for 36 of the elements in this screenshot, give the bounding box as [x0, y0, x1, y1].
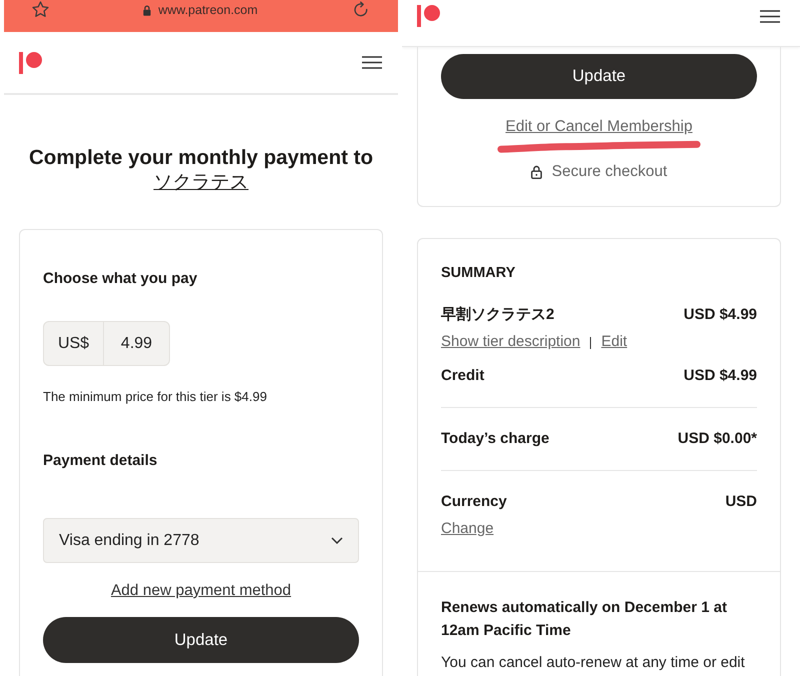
- update-button[interactable]: Update: [441, 54, 757, 99]
- line-item-label: Currency: [441, 492, 507, 512]
- line-item-amount: USD $4.99: [684, 366, 757, 386]
- logo-icon[interactable]: [417, 5, 440, 27]
- menu-icon[interactable]: [362, 56, 382, 69]
- section-heading: Payment details: [43, 451, 158, 471]
- lock-icon: [530, 165, 542, 179]
- renewal-heading: Renews automatically on December 1 at 12am Pacific Time: [441, 598, 728, 641]
- amount-input[interactable]: 4.99: [103, 321, 170, 366]
- line-item-amount: USD: [725, 492, 757, 512]
- lock-icon: [143, 4, 152, 16]
- logo-icon[interactable]: [19, 52, 42, 74]
- payment-method-select[interactable]: Visa ending in 2778: [43, 518, 359, 563]
- page-title: Complete your monthly payment to: [28, 145, 374, 171]
- chevron-down-icon: [331, 537, 343, 544]
- summary-heading: SUMMARY: [441, 264, 516, 283]
- summary-link[interactable]: Change: [441, 519, 494, 539]
- update-button[interactable]: Update: [43, 617, 359, 663]
- summary-link[interactable]: Edit: [601, 332, 628, 352]
- menu-icon[interactable]: [760, 10, 780, 23]
- renewal-text: You can cancel auto-renew at any time or edit: [441, 653, 746, 673]
- creator-link[interactable]: ソクラテス: [154, 172, 248, 193]
- line-item-label: Today’s charge: [441, 429, 550, 449]
- edit-membership-link[interactable]: Edit or Cancel Membership: [506, 118, 692, 135]
- star-icon[interactable]: [31, 0, 50, 19]
- url-text[interactable]: www.patreon.com: [158, 2, 258, 18]
- summary-link[interactable]: Show tier description: [441, 332, 580, 352]
- price-hint: The minimum price for this tier is $4.99: [43, 388, 268, 406]
- currency-prefix: US$: [43, 321, 104, 366]
- line-item-label: 早割ソクラテス2: [441, 305, 554, 325]
- add-payment-method-link[interactable]: Add new payment method: [110, 582, 292, 599]
- secure-checkout-label: Secure checkout: [552, 162, 668, 182]
- line-item-label: Credit: [441, 366, 484, 386]
- line-item-amount: USD $0.00*: [678, 429, 757, 449]
- line-item-amount: USD $4.99: [684, 305, 757, 325]
- section-heading: Choose what you pay: [43, 269, 198, 289]
